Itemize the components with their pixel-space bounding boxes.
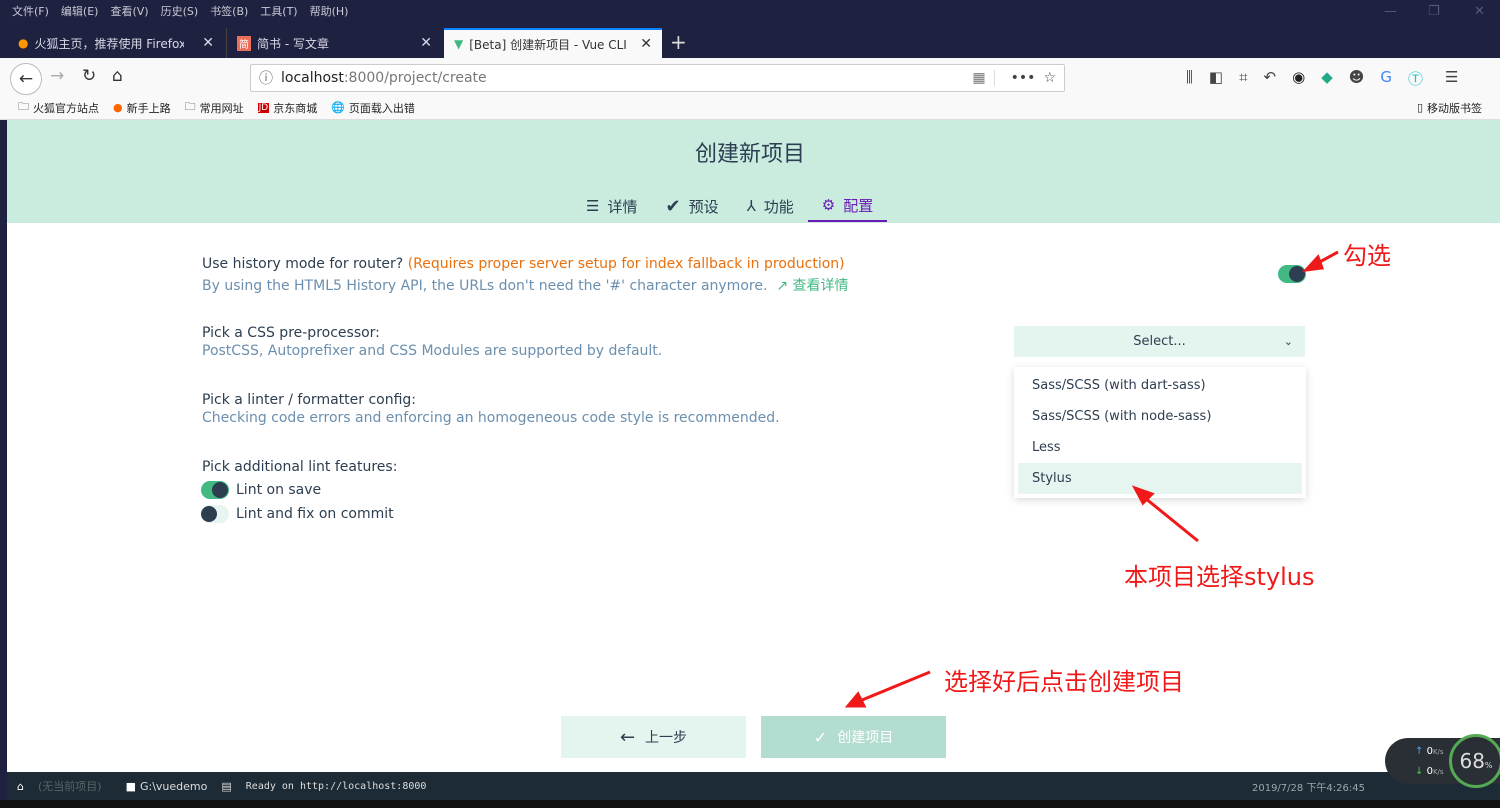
annotation-stylus: 本项目选择stylus — [1124, 563, 1315, 591]
arrowhead — [1302, 254, 1325, 272]
annotation-arrows — [844, 250, 1339, 708]
arrow-to-stylus — [1144, 496, 1199, 543]
datetime: 2019/7/28 下午4:26:45 — [1251, 782, 1365, 794]
taskbar-strip — [0, 800, 1500, 808]
log-message[interactable]: Ready on http://localhost:8000 — [246, 781, 427, 792]
speed-unit: K/s — [1432, 768, 1444, 776]
folder-icon: ■ — [125, 779, 136, 793]
memory-percent: 68 — [1459, 749, 1485, 773]
annotation-check: 勾选 — [1343, 242, 1391, 270]
arrowhead — [844, 691, 867, 708]
current-project[interactable]: (无当前项目) — [38, 778, 102, 794]
current-folder[interactable]: G:\vuedemo — [140, 780, 207, 793]
memory-gauge: 68% — [1449, 734, 1500, 788]
annotation-create: 选择好后点击创建项目 — [944, 668, 1184, 696]
speed-unit: K/s — [1432, 748, 1444, 756]
home-icon[interactable]: ⌂ — [17, 780, 24, 793]
log-icon[interactable]: ▤ — [221, 780, 231, 793]
status-bar: ⌂ (无当前项目) ■ G:\vuedemo ▤ Ready on http:/… — [7, 772, 1500, 800]
network-monitor: ↑ 0K/s ↓ 0K/s 68% — [1385, 734, 1500, 788]
arrow-to-create — [861, 670, 931, 702]
